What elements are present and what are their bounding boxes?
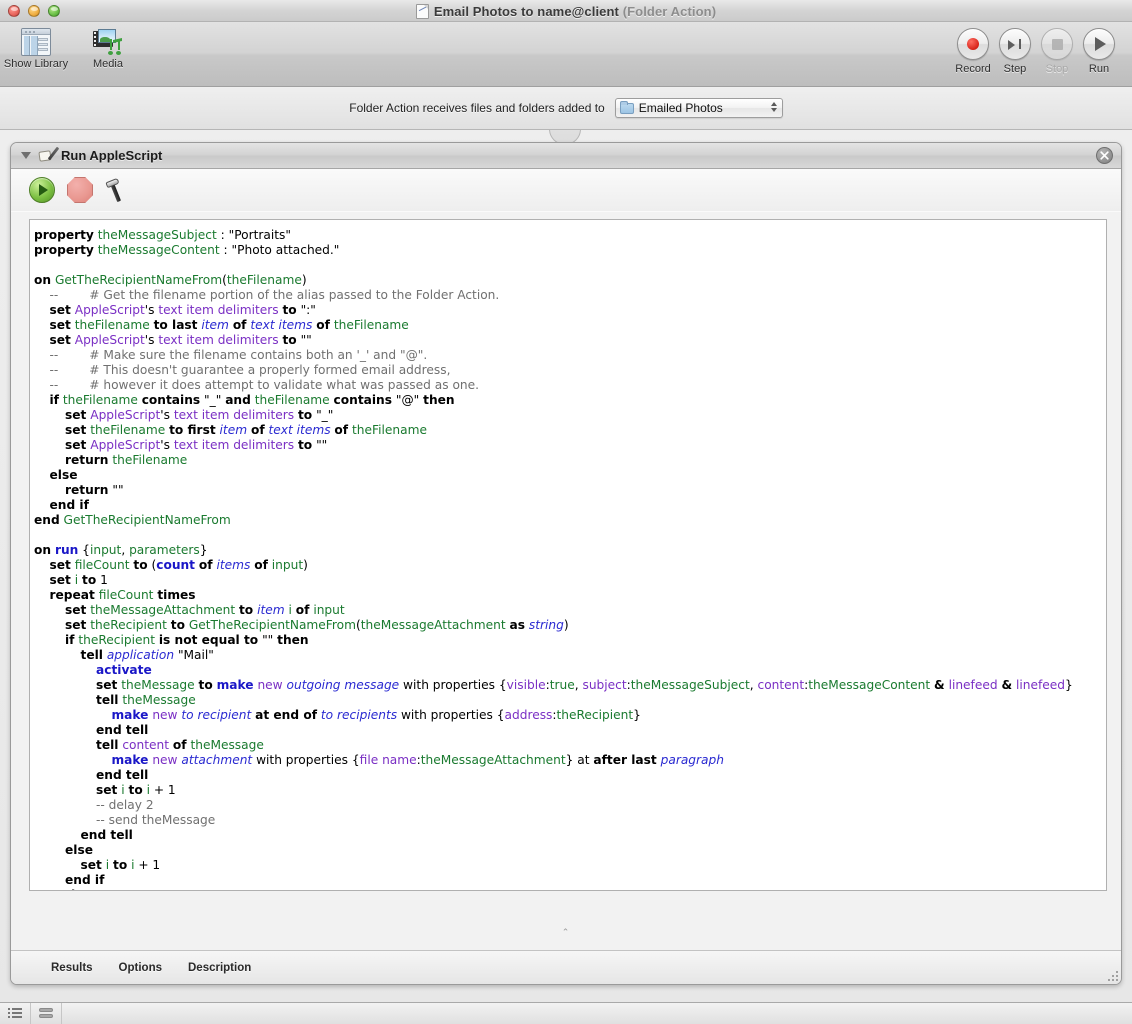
stop-script-button[interactable] <box>67 177 93 203</box>
zoom-window-button[interactable] <box>48 4 60 17</box>
stop-icon <box>1051 38 1063 50</box>
main-toolbar: Show Library Media Record Step Stop Run <box>0 22 1132 87</box>
chevron-updown-icon <box>770 102 777 112</box>
minimize-window-button[interactable] <box>28 4 40 17</box>
toolbar-label-step: Step <box>1003 63 1027 75</box>
tab-description[interactable]: Description <box>188 962 251 974</box>
media-icon <box>93 28 123 56</box>
tab-options[interactable]: Options <box>119 962 162 974</box>
log-list-button[interactable] <box>0 1003 31 1024</box>
workflow-canvas: Run AppleScript property theMessageSubje… <box>0 130 1132 1006</box>
step-icon <box>1008 38 1022 50</box>
stop-button <box>1041 28 1073 60</box>
toolbar-label-run: Run <box>1088 63 1110 75</box>
toolbar-run-controls: Record Step Stop Run <box>952 22 1120 75</box>
toolbar-item-show-library[interactable]: Show Library <box>0 22 72 70</box>
applescript-icon <box>38 146 60 164</box>
action-header: Run AppleScript <box>11 143 1121 169</box>
folder-select-popup[interactable]: Emailed Photos <box>614 98 783 118</box>
toolbar-label-media: Media <box>93 58 123 70</box>
toolbar-item-record[interactable]: Record <box>952 28 994 75</box>
script-editor[interactable]: property theMessageSubject : "Portraits"… <box>29 219 1107 891</box>
toolbar-label-record: Record <box>955 63 991 75</box>
window-title-suffix: (Folder Action) <box>622 3 717 19</box>
log-rows-button[interactable] <box>31 1003 62 1024</box>
automator-window: Email Photos to name@client (Folder Acti… <box>0 0 1132 1024</box>
toolbar-item-run[interactable]: Run <box>1078 28 1120 75</box>
toolbar-item-step[interactable]: Step <box>994 28 1036 75</box>
compile-script-button[interactable] <box>105 177 133 203</box>
toolbar-label-stop: Stop <box>1045 63 1069 75</box>
action-title: Run AppleScript <box>61 148 163 163</box>
toolbar-item-media[interactable]: Media <box>72 22 144 70</box>
action-run-applescript: Run AppleScript property theMessageSubje… <box>10 142 1122 985</box>
record-button <box>957 28 989 60</box>
disclosure-triangle-icon[interactable] <box>21 152 31 159</box>
record-icon <box>967 38 979 50</box>
window-controls <box>8 4 60 17</box>
folder-select-value: Emailed Photos <box>638 101 723 115</box>
window-title: Email Photos to name@client (Folder Acti… <box>433 3 717 19</box>
toolbar-label-show-library: Show Library <box>3 58 69 70</box>
run-button <box>1083 28 1115 60</box>
toolbar-item-stop[interactable]: Stop <box>1036 28 1078 75</box>
resize-grip-icon[interactable] <box>1104 967 1118 981</box>
script-source[interactable]: property theMessageSubject : "Portraits"… <box>30 220 1106 890</box>
list-view-icon <box>8 1008 22 1019</box>
pane-resize-grabber[interactable]: ⌃ <box>11 926 1121 938</box>
tab-results[interactable]: Results <box>51 962 93 974</box>
folder-action-bar: Folder Action receives files and folders… <box>0 87 1132 130</box>
library-icon <box>21 28 51 56</box>
row-view-icon <box>39 1008 53 1019</box>
window-title-area: Email Photos to name@client (Folder Acti… <box>0 0 1132 22</box>
action-footer-tabs: Results Options Description <box>11 950 1121 984</box>
script-toolbar <box>11 169 1121 212</box>
close-window-button[interactable] <box>8 4 20 17</box>
folder-action-label: Folder Action receives files and folders… <box>349 101 605 115</box>
document-proxy-icon <box>415 3 429 19</box>
status-bar <box>0 1002 1132 1024</box>
run-script-button[interactable] <box>29 177 55 203</box>
run-icon <box>1095 37 1106 51</box>
folder-icon <box>619 100 634 114</box>
grabber-dots-icon: ⌃ <box>561 926 571 937</box>
step-button <box>999 28 1031 60</box>
window-titlebar: Email Photos to name@client (Folder Acti… <box>0 0 1132 22</box>
remove-action-button[interactable] <box>1096 147 1113 164</box>
